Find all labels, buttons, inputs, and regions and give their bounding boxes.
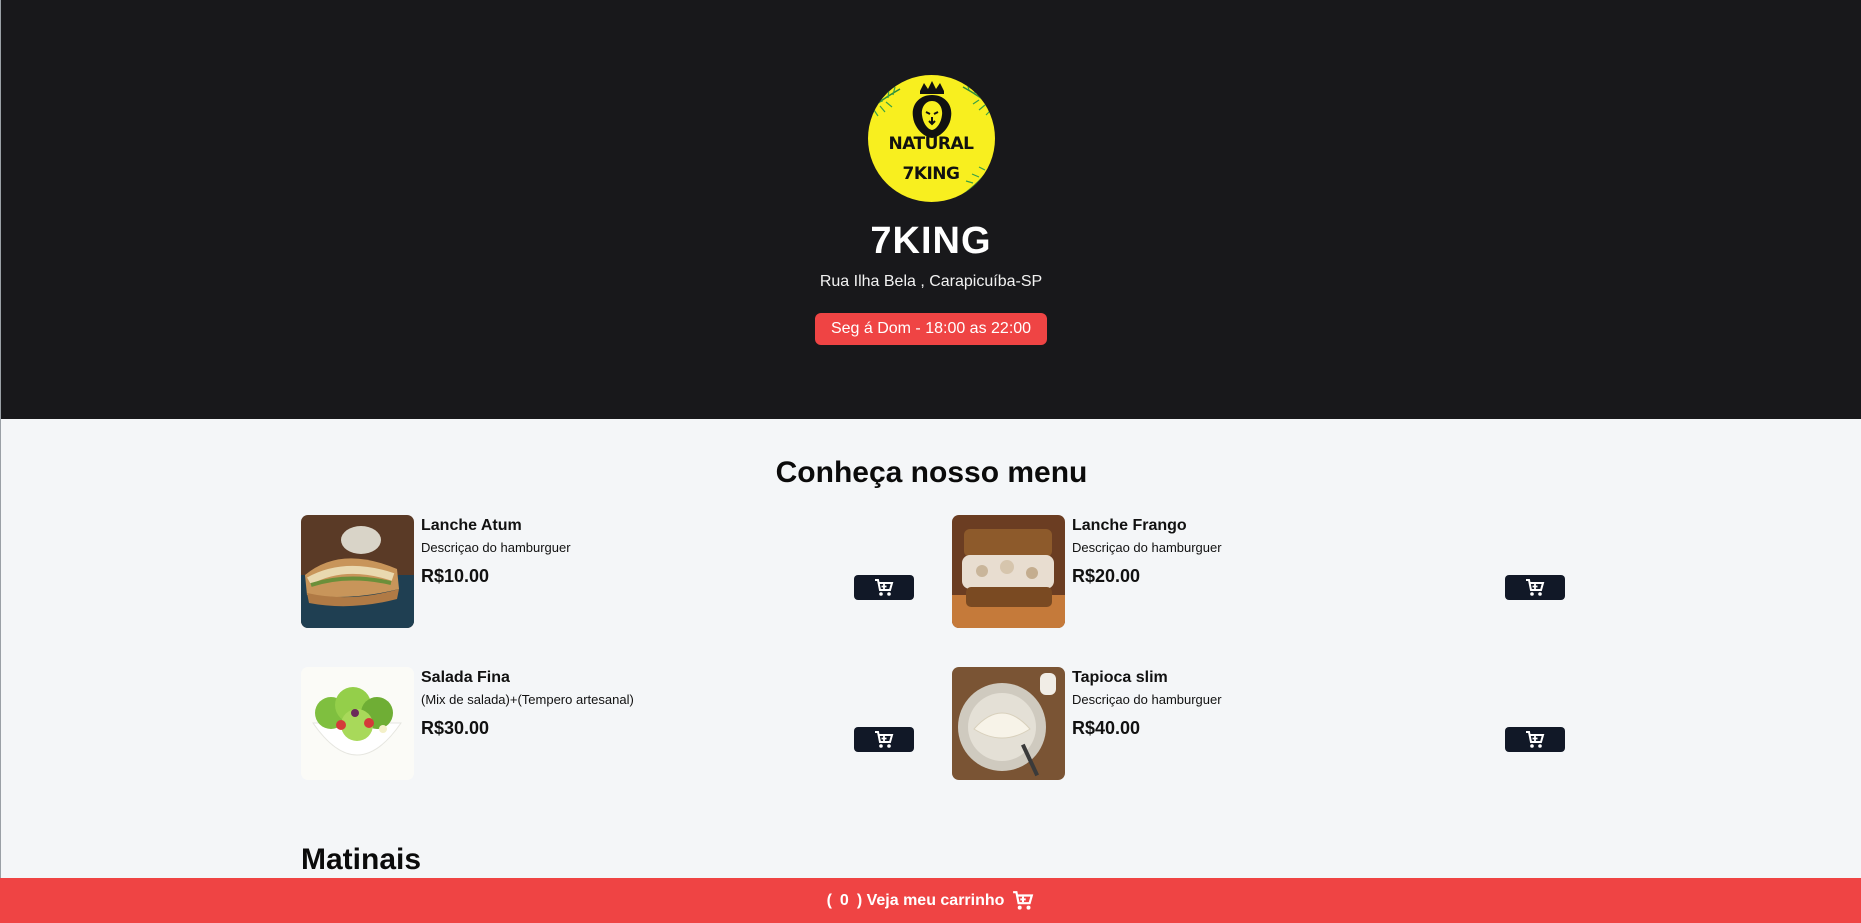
- cart-plus-icon: [875, 730, 894, 748]
- menu-title: Conheça nosso menu: [775, 456, 1088, 489]
- menu-item-name: Tapioca slim: [1072, 669, 1168, 686]
- menu-item-name: Salada Fina: [421, 669, 510, 686]
- store-name: 7KING: [870, 220, 992, 262]
- cart-plus-icon: [875, 578, 894, 596]
- menu-item-description: Descriçao do hamburguer: [1072, 540, 1222, 555]
- menu-item-description: Descriçao do hamburguer: [1072, 692, 1222, 707]
- tuna-sandwich-image: [301, 515, 414, 628]
- menu-item-name: Lanche Frango: [1072, 517, 1187, 534]
- salad-bowl-image: [301, 667, 414, 780]
- menu-item: Tapioca slim Descriçao do hamburguer R$4…: [952, 667, 1565, 780]
- add-to-cart-button[interactable]: [854, 575, 914, 600]
- store-header: NATURAL 7KING 7KING Rua Ilha Bela , Cara…: [0, 0, 1861, 419]
- menu-item-name: Lanche Atum: [421, 517, 522, 534]
- menu-section: Conheça nosso menu Lanche Atum Descriçao…: [0, 419, 1861, 923]
- cart-open-paren: (: [826, 891, 832, 909]
- menu-item: Lanche Atum Descriçao do hamburguer R$10…: [301, 515, 914, 628]
- cart-label: ) Veja meu carrinho: [856, 891, 1005, 909]
- cart-plus-icon: [1012, 890, 1034, 911]
- menu-item-price: R$20.00: [1072, 566, 1141, 586]
- menu-item-price: R$10.00: [421, 566, 490, 586]
- opening-hours-badge: Seg á Dom - 18:00 as 22:00: [814, 313, 1048, 345]
- palm-leaf-icon: [867, 86, 900, 117]
- menu-item-description: Descriçao do hamburguer: [421, 540, 571, 555]
- tapioca-image: [952, 667, 1065, 780]
- store-address: Rua Ilha Bela , Carapicuíba-SP: [819, 273, 1043, 290]
- cart-plus-icon: [1526, 578, 1545, 596]
- menu-item: Salada Fina (Mix de salada)+(Tempero art…: [301, 667, 914, 780]
- store-logo: NATURAL 7KING: [867, 75, 995, 202]
- add-to-cart-button[interactable]: [854, 727, 914, 752]
- logo-line-2: 7KING: [902, 163, 960, 184]
- chicken-sandwich-image: [952, 515, 1065, 628]
- menu-item: Lanche Frango Descriçao do hamburguer R$…: [952, 515, 1565, 628]
- logo-line-1: NATURAL: [888, 133, 974, 154]
- palm-leaf-icon: [962, 82, 995, 116]
- view-cart-button[interactable]: ( 0 ) Veja meu carrinho: [0, 878, 1861, 923]
- add-to-cart-button[interactable]: [1505, 575, 1565, 600]
- menu-item-description: (Mix de salada)+(Tempero artesanal): [421, 692, 634, 707]
- cart-plus-icon: [1526, 730, 1545, 748]
- add-to-cart-button[interactable]: [1505, 727, 1565, 752]
- logo-text: NATURAL 7KING: [888, 129, 974, 189]
- menu-item-price: R$40.00: [1072, 718, 1141, 738]
- menu-item-price: R$30.00: [421, 718, 490, 738]
- section-title-matinais: Matinais: [301, 843, 422, 876]
- cart-count: 0: [839, 891, 849, 909]
